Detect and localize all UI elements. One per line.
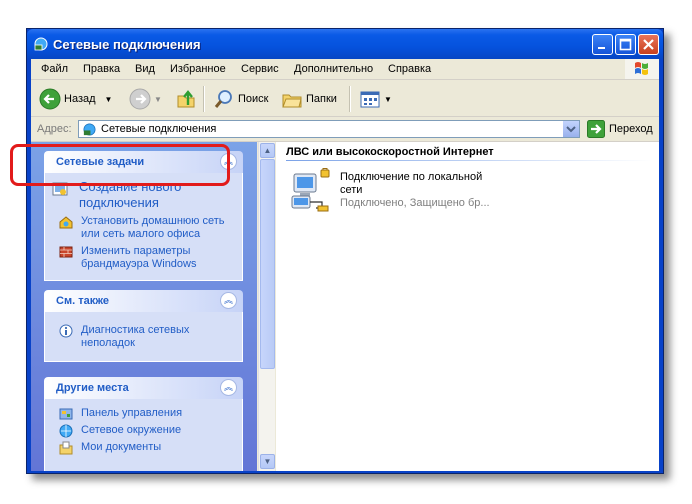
address-input[interactable]: Сетевые подключения [78, 120, 580, 138]
firewall-icon [59, 246, 73, 258]
close-icon [643, 39, 654, 50]
window-client: Файл Правка Вид Избранное Сервис Дополни… [31, 59, 659, 471]
see-also-body: Диагностика сетевых неполадок [44, 312, 243, 362]
collapse-icon[interactable]: ︽ [220, 379, 237, 396]
toolbar-separator [203, 86, 205, 112]
lan-connection-icon[interactable] [290, 168, 334, 214]
address-label: Адрес: [37, 123, 72, 135]
folders-button[interactable]: Папки [281, 87, 337, 111]
toolbar-separator [349, 86, 351, 112]
menu-edit[interactable]: Правка [83, 63, 120, 75]
chevron-down-icon [566, 126, 576, 133]
other-places-panel: Другие места ︽ Панель управления Сетевое… [44, 377, 243, 471]
control-panel-link[interactable]: Панель управления [45, 407, 242, 420]
close-button[interactable] [638, 34, 659, 55]
maximize-button[interactable] [615, 34, 636, 55]
scroll-down-button[interactable]: ▼ [260, 454, 275, 469]
menu-advanced[interactable]: Дополнительно [294, 63, 373, 75]
minimize-button[interactable] [592, 34, 613, 55]
go-label: Переход [609, 123, 653, 135]
see-also-panel: См. также ︽ Диагностика сетевых неполадо… [44, 290, 243, 362]
my-documents-icon [59, 441, 73, 455]
window-title: Сетевые подключения [53, 37, 201, 52]
firewall-settings-link[interactable]: Изменить параметры брандмауэра Windows [45, 245, 242, 271]
explorer-window: Сетевые подключения Файл Правка Вид Избр… [26, 28, 664, 474]
see-also-header[interactable]: См. также ︽ [44, 290, 243, 312]
other-places-body: Панель управления Сетевое окружение Мои … [44, 399, 243, 471]
up-folder-icon [177, 90, 195, 108]
other-places-header[interactable]: Другие места ︽ [44, 377, 243, 399]
connection-status: Подключено, Защищено бр... [340, 197, 490, 209]
menu-view[interactable]: Вид [135, 63, 155, 75]
group-divider [286, 160, 652, 161]
forward-dropdown-icon[interactable]: ▼ [154, 95, 162, 104]
folders-icon [282, 94, 302, 108]
setup-home-network-link[interactable]: Установить домашнюю сеть или сеть малого… [45, 215, 242, 241]
views-dropdown-icon[interactable]: ▼ [384, 95, 392, 104]
go-button[interactable]: Переход [587, 120, 653, 138]
network-places-link[interactable]: Сетевое окружение [45, 424, 242, 438]
network-diagnostics-link[interactable]: Диагностика сетевых неполадок [45, 324, 242, 350]
menu-file[interactable]: Файл [41, 63, 68, 75]
control-panel-icon [59, 408, 73, 420]
standard-toolbar: Назад ▼ ▼ Поиск Папки ▼ [31, 80, 659, 117]
network-connections-icon [83, 123, 96, 136]
home-network-icon [59, 216, 73, 229]
search-button[interactable]: Поиск [213, 87, 268, 111]
scroll-up-button[interactable]: ▲ [260, 143, 275, 158]
my-documents-link[interactable]: Мои документы [45, 441, 242, 455]
scroll-thumb[interactable] [260, 159, 275, 369]
network-tasks-body: Создание нового подключения Установить д… [44, 173, 243, 281]
menu-bar: Файл Правка Вид Избранное Сервис Дополни… [31, 59, 659, 80]
search-icon [214, 90, 232, 108]
other-places-title: Другие места [56, 382, 129, 394]
minimize-icon [598, 47, 605, 49]
see-also-title: См. также [56, 295, 109, 307]
collapse-icon[interactable]: ︽ [220, 292, 237, 309]
up-folder-button[interactable] [175, 87, 197, 111]
go-arrow-icon [587, 120, 605, 138]
back-arrow-icon [39, 88, 61, 110]
address-bar: Адрес: Сетевые подключения Переход [31, 117, 659, 142]
windows-logo-icon [625, 59, 659, 79]
folders-label: Папки [306, 93, 337, 105]
network-connections-icon [34, 37, 48, 51]
connections-list: ЛВС или высокоскоростной Интернет Подклю… [276, 142, 659, 471]
info-icon [59, 324, 73, 338]
connection-name[interactable]: Подключение по локальной сети [340, 171, 500, 197]
network-places-icon [59, 424, 73, 438]
views-icon [360, 91, 380, 108]
group-header: ЛВС или высокоскоростной Интернет [286, 146, 494, 158]
menu-favorites[interactable]: Избранное [170, 63, 226, 75]
menu-help[interactable]: Справка [388, 63, 431, 75]
forward-arrow-icon [129, 88, 151, 110]
address-dropdown-button[interactable] [563, 121, 579, 137]
highlight-annotation [10, 144, 230, 186]
search-label: Поиск [238, 93, 269, 105]
task-pane-scrollbar[interactable]: ▲ ▼ [258, 142, 275, 471]
address-value: Сетевые подключения [101, 123, 217, 135]
back-label: Назад [64, 93, 96, 105]
title-bar[interactable]: Сетевые подключения [27, 29, 663, 59]
views-button[interactable]: ▼ [359, 87, 392, 111]
forward-button[interactable]: ▼ [129, 87, 162, 111]
back-dropdown-icon[interactable]: ▼ [105, 95, 113, 104]
task-pane: Сетевые задачи ︽ Создание нового подключ… [31, 142, 257, 471]
maximize-icon [619, 38, 632, 51]
back-button[interactable]: Назад ▼ [39, 87, 112, 111]
menu-tools[interactable]: Сервис [241, 63, 279, 75]
